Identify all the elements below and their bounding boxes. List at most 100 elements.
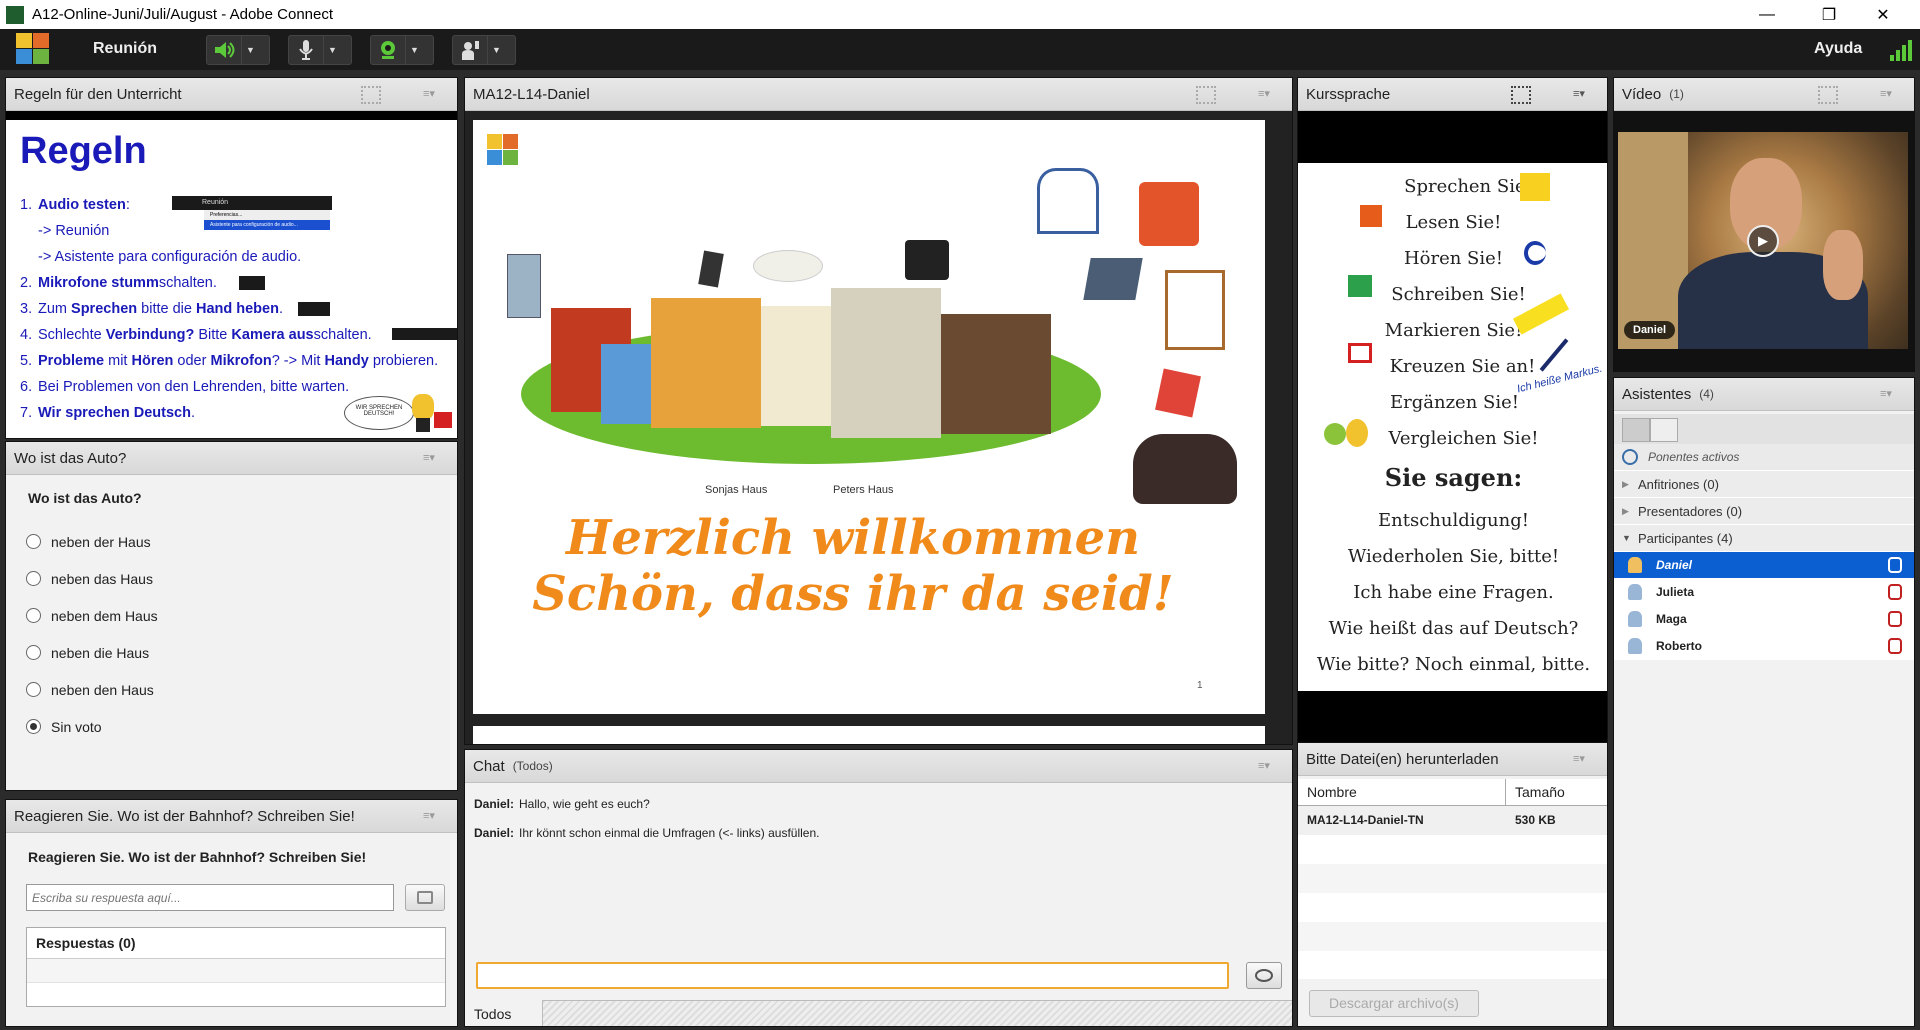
raise-hand-control[interactable]: ▼ [452, 35, 516, 65]
participant-row[interactable]: Daniel [1614, 552, 1914, 579]
maximize-icon[interactable] [1511, 86, 1531, 104]
chat-scope: (Todos) [512, 759, 553, 773]
connection-strength-icon [1890, 39, 1914, 61]
radio-button[interactable] [26, 608, 41, 623]
help-menu[interactable]: Ayuda [1814, 40, 1862, 58]
microphone-icon[interactable] [289, 36, 323, 64]
chevron-down-icon[interactable]: ▼ [323, 36, 341, 64]
participant-row[interactable]: Maga [1614, 606, 1914, 633]
view-toggle-bar [1614, 414, 1914, 444]
microphone-control[interactable]: ▼ [288, 35, 352, 65]
chat-sender: Daniel: [474, 797, 515, 811]
house-label-sonja: Sonjas Haus [705, 484, 768, 496]
close-button[interactable]: ✕ [1860, 0, 1906, 29]
participants-list: Daniel Julieta Maga Roberto [1614, 552, 1914, 660]
poll-option[interactable]: neben den Haus [6, 671, 457, 708]
sun-icon [1520, 173, 1550, 201]
pod-menu-icon[interactable]: ≡▾ [1258, 87, 1278, 101]
pod-header: Vídeo (1) ≡▾ [1614, 78, 1914, 111]
window-title: A12-Online-Juni/Juli/August - Adobe Conn… [32, 6, 334, 23]
poll-option[interactable]: neben dem Haus [6, 597, 457, 634]
send-chat-button[interactable] [1246, 962, 1282, 989]
instruction-line: Sprechen Sie! [1404, 176, 1533, 197]
file-row[interactable]: MA12-L14-Daniel-TN 530 KB [1298, 806, 1607, 835]
chat-text: Ihr könnt schon einmal die Umfragen (<- … [519, 826, 820, 840]
rules-heading: Regeln [20, 130, 147, 172]
pod-menu-icon[interactable]: ≡▾ [423, 451, 443, 465]
pod-menu-icon[interactable]: ≡▾ [1880, 87, 1900, 101]
answer-input[interactable] [26, 884, 394, 911]
microphone-muted-icon [1888, 611, 1902, 627]
column-name[interactable]: Nombre [1298, 779, 1506, 805]
pod-title: Vídeo [1622, 85, 1662, 103]
radio-button[interactable] [26, 719, 41, 734]
poll-option[interactable]: Sin voto [6, 708, 457, 745]
participant-name: Maga [1656, 612, 1687, 626]
chat-tab-everyone[interactable]: Todos [465, 1000, 543, 1026]
participant-row[interactable]: Roberto [1614, 633, 1914, 660]
pod-menu-icon[interactable]: ≡▾ [423, 87, 443, 101]
fruit-icon [1324, 419, 1370, 447]
webcam-control[interactable]: ▼ [370, 35, 434, 65]
pod-title: MA12-L14-Daniel [473, 85, 590, 103]
phrases-list: Entschuldigung! Wiederholen Sie, bitte! Ic… [1298, 503, 1607, 683]
poll-option[interactable]: neben die Haus [6, 634, 457, 671]
maximize-icon[interactable] [1818, 86, 1838, 104]
minimize-button[interactable]: — [1744, 0, 1790, 29]
pod-menu-icon[interactable]: ≡▾ [1258, 759, 1278, 773]
chairs-image [1165, 270, 1225, 350]
chevron-down-icon[interactable]: ▼ [405, 36, 423, 64]
poll-option[interactable]: neben der Haus [6, 523, 457, 560]
adobe-connect-app-icon [6, 5, 24, 24]
participants-group[interactable]: ▼ Participantes (4) [1614, 525, 1914, 552]
status-view-icon[interactable] [1650, 418, 1678, 442]
meeting-menu[interactable]: Reunión [93, 40, 157, 58]
participant-row[interactable]: Julieta [1614, 579, 1914, 606]
pod-menu-icon[interactable]: ≡▾ [1573, 752, 1593, 766]
submit-answer-button[interactable] [405, 884, 445, 911]
chevron-down-icon: ▼ [1622, 533, 1631, 543]
pod-menu-icon[interactable]: ≡▾ [423, 809, 443, 823]
presenters-group[interactable]: ▶ Presentadores (0) [1614, 498, 1914, 525]
pod-menu-icon[interactable]: ≡▾ [1573, 87, 1593, 101]
radio-button[interactable] [26, 645, 41, 660]
pod-header: MA12-L14-Daniel ≡▾ [465, 78, 1292, 111]
poll-option[interactable]: neben das Haus [6, 560, 457, 597]
play-icon[interactable]: ▶ [1747, 225, 1779, 257]
user-icon [1628, 557, 1642, 573]
poll-option-label: Sin voto [51, 718, 102, 735]
list-view-icon[interactable] [1622, 418, 1650, 442]
restore-button[interactable]: ❐ [1806, 0, 1852, 29]
download-files-button[interactable]: Descargar archivo(s) [1309, 990, 1479, 1017]
column-size[interactable]: Tamaño [1506, 779, 1565, 805]
pod-title: Wo ist das Auto? [14, 449, 127, 467]
maximize-icon[interactable] [1196, 86, 1216, 104]
webcam-icon[interactable] [371, 36, 405, 64]
raise-hand-icon[interactable] [453, 36, 487, 64]
webcam-feed[interactable]: ▶ Daniel [1618, 132, 1908, 349]
radio-button[interactable] [26, 682, 41, 697]
radio-button[interactable] [26, 534, 41, 549]
file-table-header: Nombre Tamaño [1298, 779, 1607, 806]
course-language-slide: Sprechen Sie! Lesen Sie! Hören Sie! Schreib… [1298, 163, 1607, 691]
mic-mute-mock-image [239, 276, 265, 290]
pod-title: Reagieren Sie. Wo ist der Bahnhof? Schre… [14, 807, 355, 825]
speaker-control[interactable]: ▼ [206, 35, 270, 65]
user-icon [1628, 584, 1642, 600]
chevron-down-icon[interactable]: ▼ [241, 36, 259, 64]
poll-pod: Wo ist das Auto? ≡▾ Wo ist das Auto? neb… [5, 441, 458, 791]
armchair-image [1139, 182, 1199, 246]
maximize-icon[interactable] [361, 86, 381, 104]
radio-button[interactable] [26, 571, 41, 586]
hosts-group[interactable]: ▶ Anfitriones (0) [1614, 471, 1914, 498]
bread-image [753, 250, 823, 282]
speaker-icon[interactable] [207, 36, 241, 64]
chevron-down-icon[interactable]: ▼ [487, 36, 505, 64]
pod-header: Kurssprache ≡▾ [1298, 78, 1607, 111]
attendees-pod: Asistentes (4) ≡▾ Ponentes activos ▶ Anfi… [1613, 377, 1915, 1027]
pod-menu-icon[interactable]: ≡▾ [1880, 387, 1900, 401]
chat-input[interactable] [476, 962, 1229, 989]
poll-options: neben der Haus neben das Haus neben dem Ha… [6, 523, 457, 745]
send-icon [417, 891, 433, 904]
pod-title: Chat [473, 757, 505, 775]
